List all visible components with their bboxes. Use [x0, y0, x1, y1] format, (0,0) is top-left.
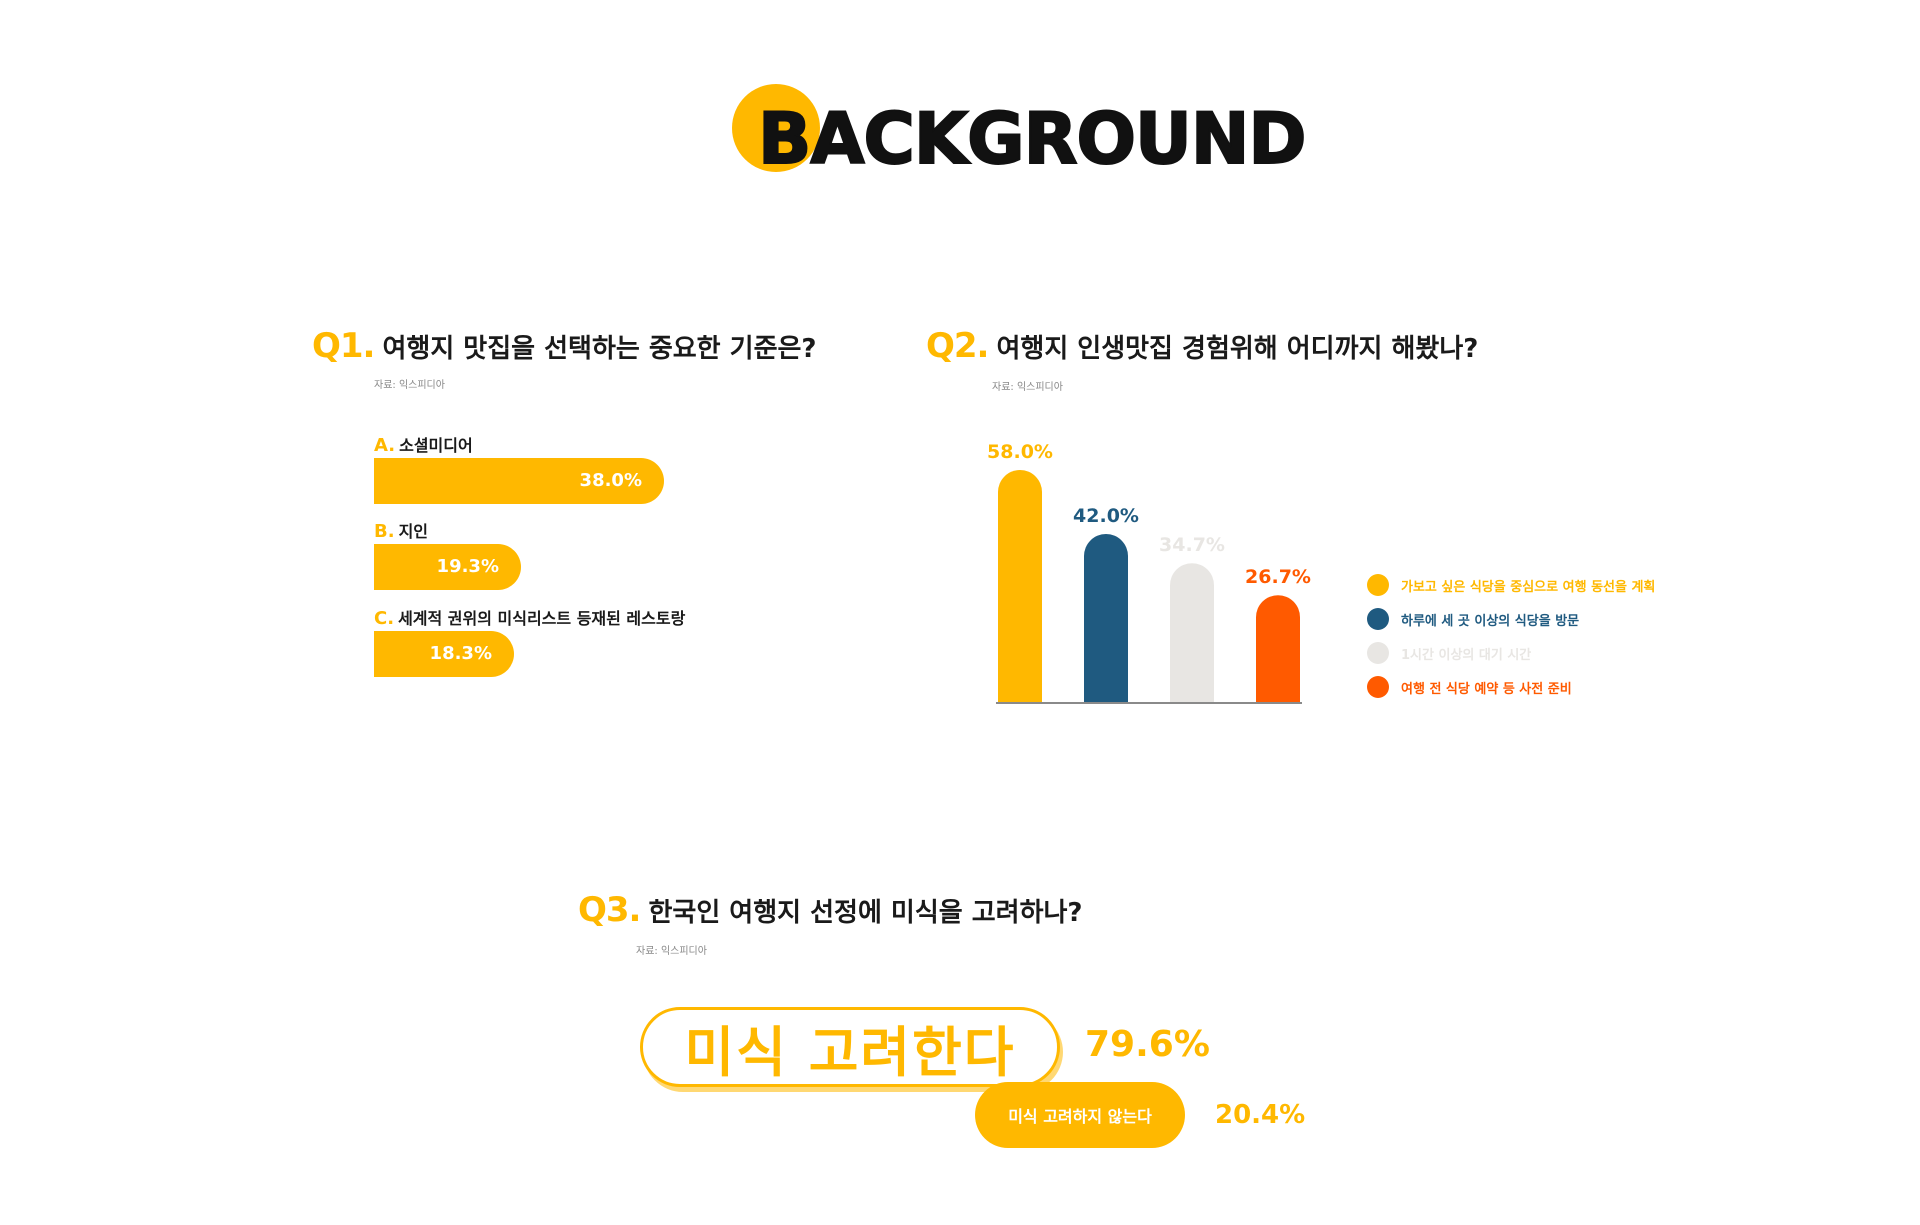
q2-title: Q2. 여행지 인생맛집 경험위해 어디까지 해봤나?: [926, 326, 1478, 366]
q1-item-text: 지인: [398, 522, 429, 541]
q2-bar: [1256, 595, 1300, 702]
q1-title: Q1. 여행지 맛집을 선택하는 중요한 기준은?: [312, 326, 817, 366]
q2-bar-chart: 58.0% 42.0% 34.7% 26.7%: [987, 441, 1311, 704]
legend-dot-icon: [1367, 642, 1389, 664]
q2-bar-value-label: 42.0%: [1073, 505, 1139, 527]
q3-source: 자료: 익스피디아: [636, 946, 707, 957]
q2-bar: [1084, 534, 1128, 702]
q2-legend-label: 하루에 세 곳 이상의 식당을 방문: [1401, 613, 1580, 629]
q3-title: Q3. 한국인 여행지 선정에 미식을 고려하나?: [578, 890, 1083, 930]
q2-number: Q2.: [926, 326, 989, 366]
q3-yes-label: 미식 고려한다: [684, 1020, 1016, 1084]
q1-item-label: B. 지인: [374, 518, 428, 542]
q1-item-letter: A.: [374, 435, 396, 456]
q1-item-letter: C.: [374, 608, 395, 629]
legend-dot-icon: [1367, 608, 1389, 630]
q2-bar-value-label: 58.0%: [987, 441, 1053, 463]
q3-number: Q3.: [578, 890, 641, 930]
q2-source: 자료: 익스피디아: [992, 382, 1063, 393]
q1-bar: 38.0%: [374, 458, 664, 504]
q2-legend-label: 가보고 싶은 식당을 중심으로 여행 동선을 계획: [1401, 579, 1656, 595]
q1-item-text: 세계적 권위의 미식리스트 등재된 레스토랑: [398, 609, 686, 628]
q2-question: 여행지 인생맛집 경험위해 어디까지 해봤나?: [996, 334, 1479, 364]
q2-legend-label: 1시간 이상의 대기 시간: [1401, 647, 1532, 663]
q1-bar-value: 19.3%: [436, 556, 499, 577]
q1-item-letter: B.: [374, 521, 395, 542]
page-title: BACKGROUND: [757, 98, 1308, 180]
q2-bar-value-label: 26.7%: [1245, 566, 1311, 588]
q3-no-label: 미식 고려하지 않는다: [1008, 1107, 1152, 1126]
q1-item-label: C. 세계적 권위의 미식리스트 등재된 레스토랑: [374, 605, 685, 629]
q2-bar: [1170, 563, 1214, 702]
q2-legend-item: 하루에 세 곳 이상의 식당을 방문: [1367, 608, 1579, 630]
q1-bar: 18.3%: [374, 631, 514, 677]
q2-legend-item: 가보고 싶은 식당을 중심으로 여행 동선을 계획: [1367, 574, 1655, 596]
q2-bar-value-label: 34.7%: [1159, 534, 1225, 556]
header-title-block: BACKGROUND: [720, 82, 1308, 192]
q1-question: 여행지 맛집을 선택하는 중요한 기준은?: [382, 334, 817, 364]
q3-no-value: 20.4%: [1215, 1100, 1306, 1130]
q2-legend-item: 여행 전 식당 예약 등 사전 준비: [1367, 676, 1572, 698]
q3-no-pill: 미식 고려하지 않는다: [975, 1082, 1185, 1148]
q3-yes-value: 79.6%: [1085, 1024, 1210, 1065]
q1-source: 자료: 익스피디아: [374, 380, 445, 391]
q2-bar: [998, 470, 1042, 702]
q2-legend-item: 1시간 이상의 대기 시간: [1367, 642, 1531, 664]
q1-item-label: A. 소셜미디어: [374, 432, 473, 456]
q1-bar: 19.3%: [374, 544, 521, 590]
legend-dot-icon: [1367, 574, 1389, 596]
q1-item-text: 소셜미디어: [399, 436, 473, 455]
q3-yes-pill: 미식 고려한다: [640, 1007, 1060, 1087]
q1-bar-value: 18.3%: [429, 643, 492, 664]
q2-legend-label: 여행 전 식당 예약 등 사전 준비: [1401, 681, 1572, 697]
q1-number: Q1.: [312, 326, 375, 366]
legend-dot-icon: [1367, 676, 1389, 698]
q3-question: 한국인 여행지 선정에 미식을 고려하나?: [648, 898, 1083, 928]
q1-bar-value: 38.0%: [579, 470, 642, 491]
